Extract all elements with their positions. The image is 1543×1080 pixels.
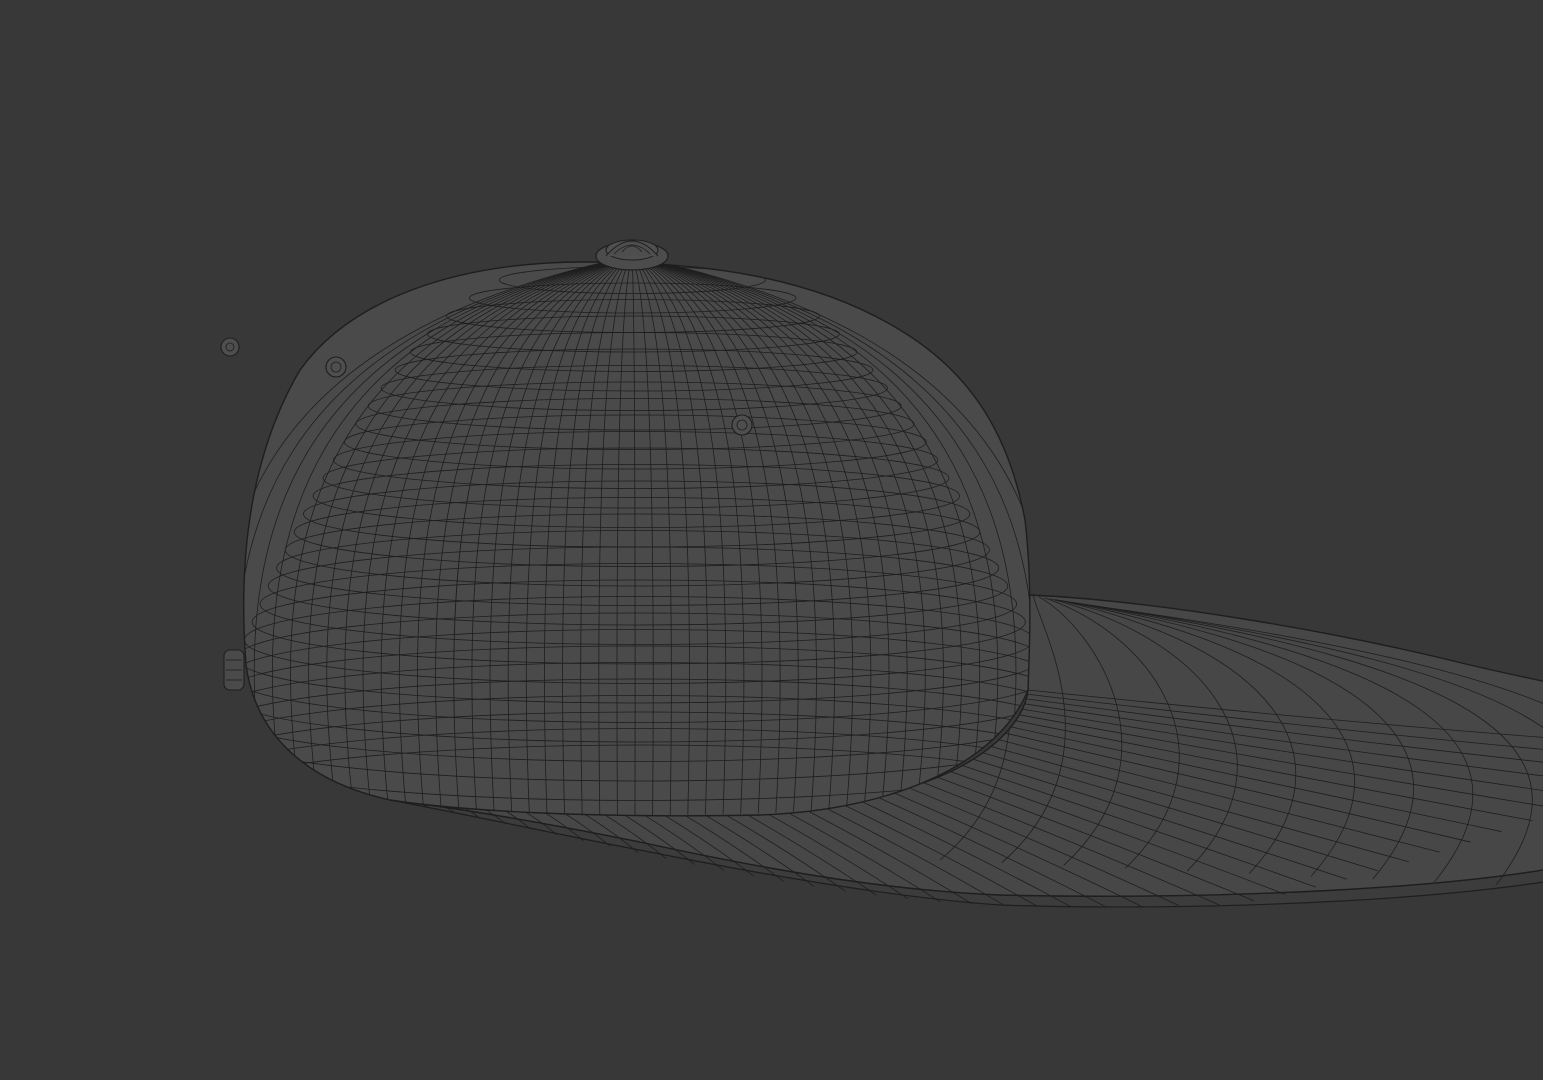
- eyelet-center: [731, 414, 753, 436]
- eyelet-left: [325, 356, 347, 378]
- cap-wireframe-render: [0, 0, 1543, 1080]
- snapback-closure: [223, 649, 245, 691]
- eyelet-right: [220, 337, 240, 357]
- 3d-viewport[interactable]: [0, 0, 1543, 1080]
